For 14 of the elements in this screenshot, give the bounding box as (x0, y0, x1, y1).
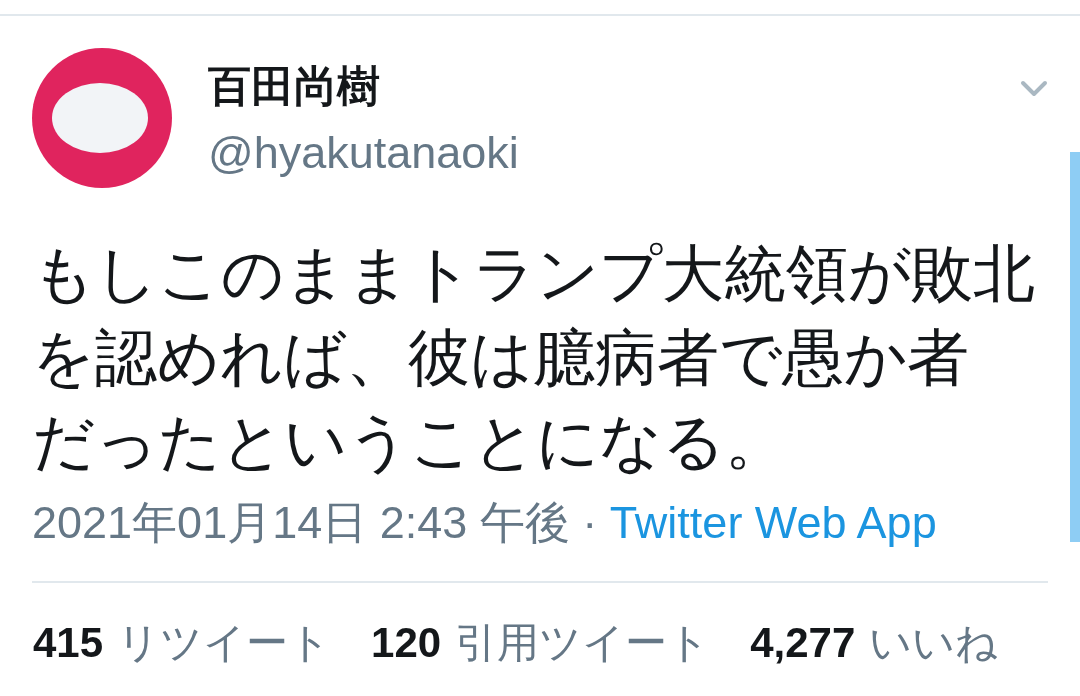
separator-dot: · (582, 497, 598, 548)
author-handle[interactable]: @hyakutanaoki (208, 127, 1020, 179)
stat-label[interactable]: リツイート (117, 617, 332, 669)
avatar-icon (32, 48, 172, 188)
stat-label[interactable]: 引用ツイート (455, 617, 711, 669)
stat-label[interactable]: いいね (869, 617, 999, 669)
stat-count[interactable]: 415 (33, 617, 104, 669)
chevron-down-icon[interactable] (1020, 80, 1048, 98)
timestamp: 2021年01月14日 2:43 午後 (32, 497, 570, 548)
tweet-text: もしこのままトランプ大統領が敗北を認めれば、彼は臆病者で愚か者だったということになる。 (32, 238, 1036, 478)
source-link[interactable]: Twitter Web App (609, 497, 937, 548)
stat-count[interactable]: 120 (371, 617, 442, 669)
author-name[interactable]: 百田尚樹 (208, 60, 1020, 112)
stat-count[interactable]: 4,277 (750, 617, 856, 669)
